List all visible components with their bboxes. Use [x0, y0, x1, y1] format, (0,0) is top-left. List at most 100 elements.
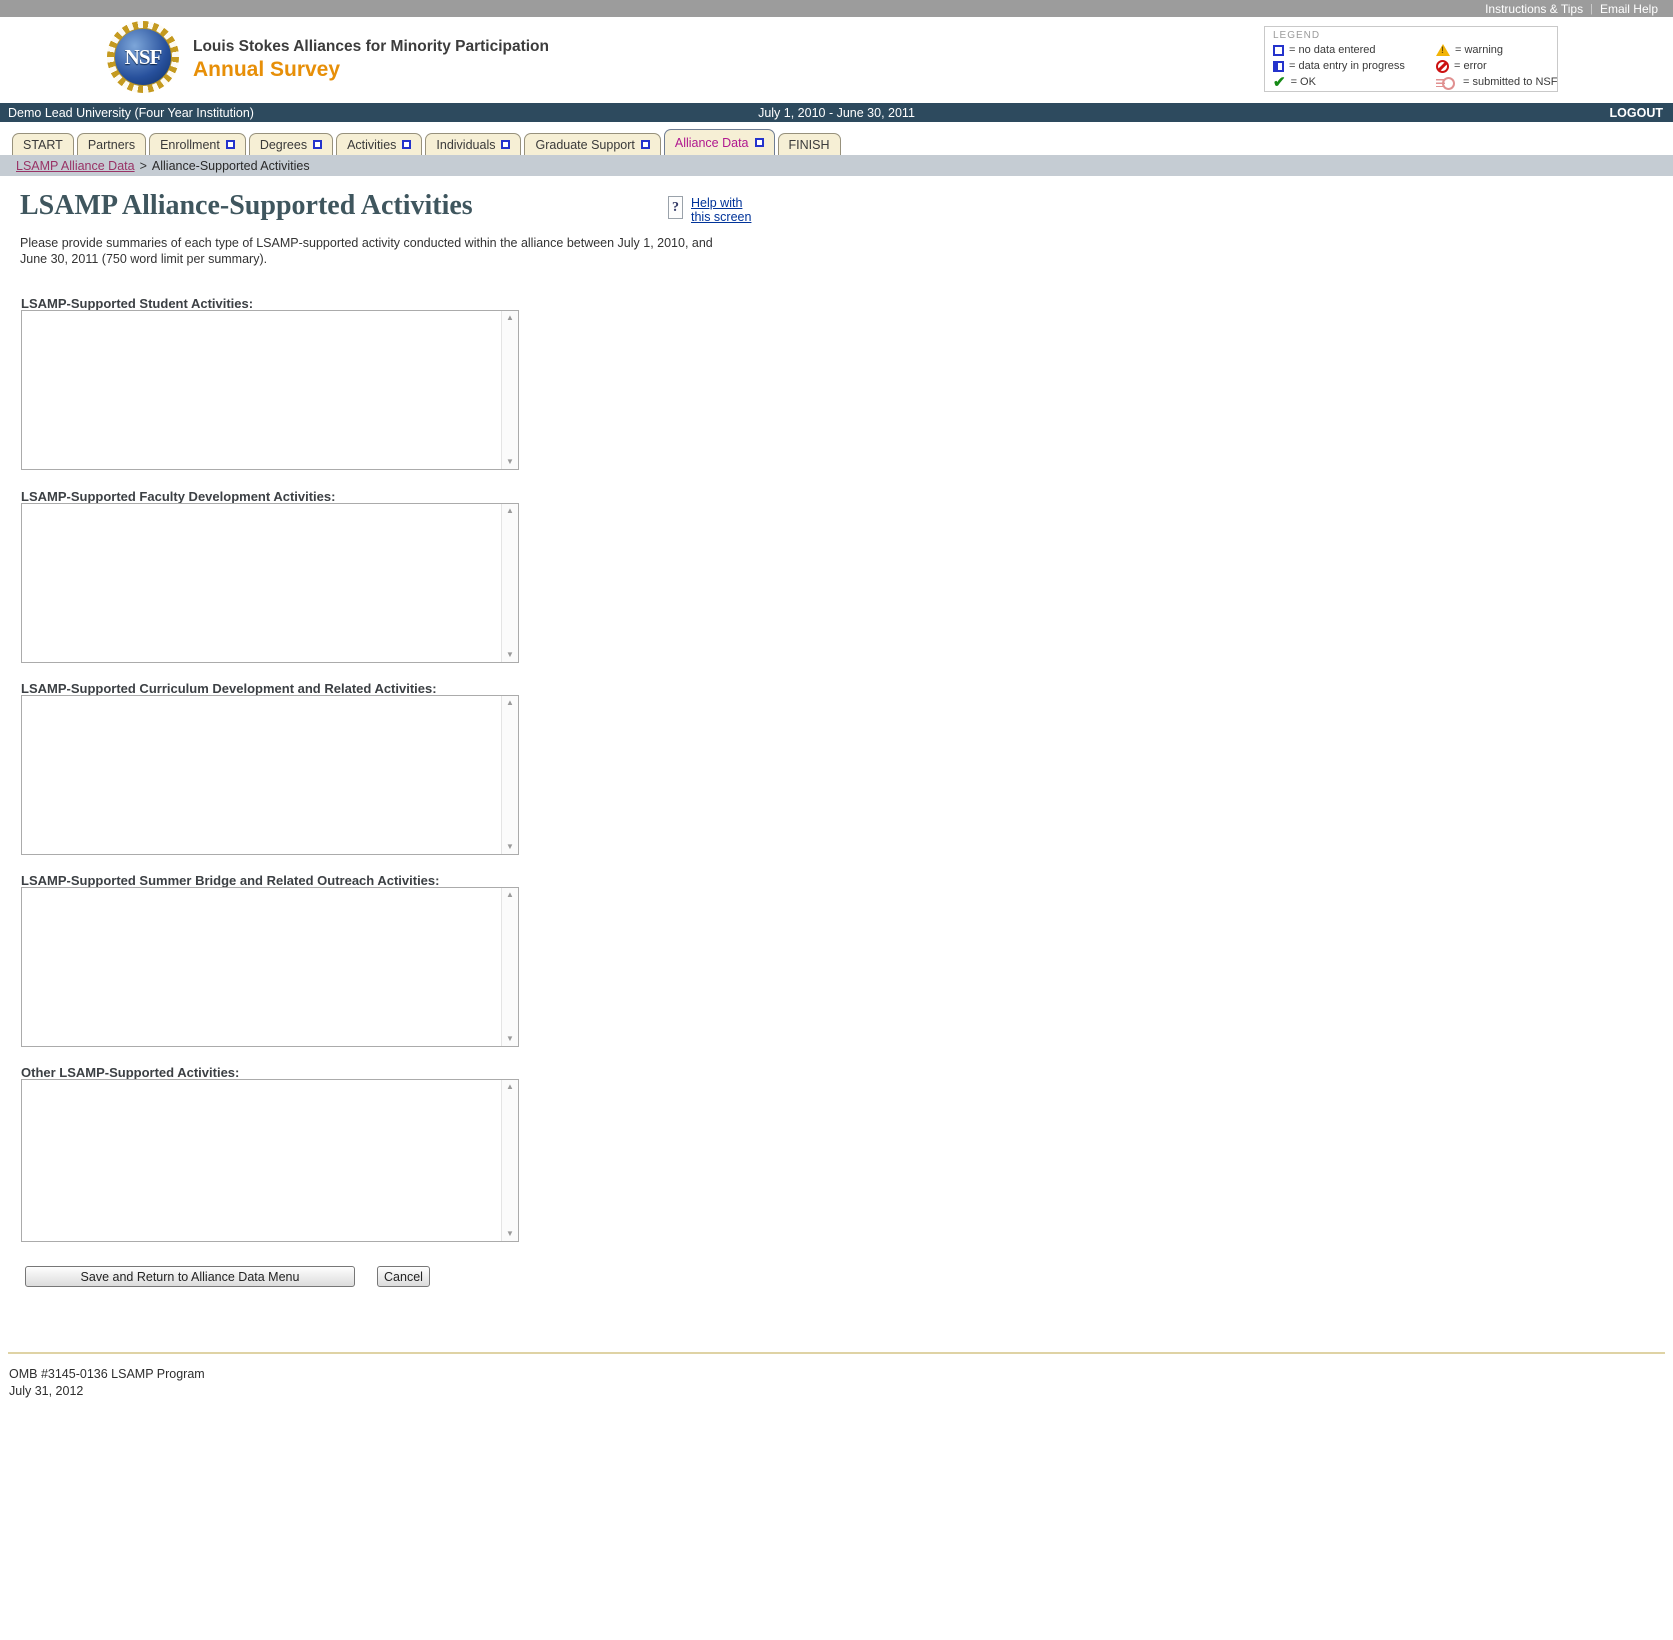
breadcrumb-current: Alliance-Supported Activities — [151, 158, 310, 173]
submitted-icon — [1436, 76, 1458, 90]
no-data-checkbox-icon — [225, 140, 235, 149]
summer-bridge-textarea[interactable] — [22, 888, 501, 1046]
tab-degrees[interactable]: Degrees — [248, 133, 334, 155]
tab-label: FINISH — [788, 137, 830, 152]
save-button[interactable]: Save and Return to Alliance Data Menu — [25, 1266, 355, 1287]
legend-label: = submitted to NSF — [1463, 76, 1558, 88]
curriculum-development-textarea[interactable] — [22, 696, 501, 854]
scroll-down-icon[interactable]: ▼ — [506, 1035, 514, 1043]
tab-partners[interactable]: Partners — [76, 133, 147, 155]
breadcrumb-link-alliance-data[interactable]: LSAMP Alliance Data — [16, 159, 135, 173]
footer-date: July 31, 2012 — [9, 1383, 84, 1398]
no-data-checkbox-icon — [754, 138, 764, 147]
tab-strip: START Partners Enrollment Degrees Activi… — [12, 129, 841, 155]
tab-label: START — [23, 137, 63, 152]
legend-title: LEGEND — [1273, 30, 1321, 41]
scroll-up-icon[interactable]: ▲ — [506, 507, 514, 515]
instructions-tips-link[interactable]: Instructions & Tips — [1478, 2, 1590, 16]
faculty-development-textarea-box: ▲ ▼ — [21, 503, 519, 663]
no-data-checkbox-icon — [640, 140, 650, 149]
scroll-down-icon[interactable]: ▼ — [506, 458, 514, 466]
no-data-checkbox-icon — [402, 140, 412, 149]
half-filled-checkbox-icon — [1273, 60, 1284, 72]
legend-label: = data entry in progress — [1289, 60, 1405, 72]
legend-label: = error — [1454, 60, 1487, 72]
legend-item-no-data: = no data entered — [1273, 42, 1436, 58]
other-activities-textarea-box: ▲ ▼ — [21, 1079, 519, 1242]
email-help-link[interactable]: Email Help — [1593, 2, 1665, 16]
tab-graduate-support[interactable]: Graduate Support — [524, 133, 661, 155]
legend-box: LEGEND = no data entered = data entry in… — [1264, 26, 1558, 92]
error-circle-icon — [1436, 59, 1449, 73]
scroll-up-icon[interactable]: ▲ — [506, 314, 514, 322]
page: Instructions & Tips | Email Help NSF Lou… — [0, 0, 1673, 1640]
legend-item-error: = error — [1436, 58, 1557, 74]
student-activities-textarea[interactable] — [22, 311, 501, 469]
scroll-down-icon[interactable]: ▼ — [506, 1230, 514, 1238]
tab-label: Partners — [87, 137, 136, 152]
no-data-checkbox-icon — [501, 140, 511, 149]
tab-label: Individuals — [436, 137, 496, 152]
summer-bridge-textarea-box: ▲ ▼ — [21, 887, 519, 1047]
nsf-logo-globe-icon: NSF — [114, 28, 172, 86]
breadcrumb-separator: > — [139, 158, 147, 173]
legend-item-ok: ✔ = OK — [1273, 74, 1436, 90]
help-link[interactable]: Help with this screen — [691, 196, 755, 225]
scrollbar[interactable]: ▲ ▼ — [501, 504, 518, 662]
scrollbar[interactable]: ▲ ▼ — [501, 1080, 518, 1241]
tab-enrollment[interactable]: Enrollment — [149, 133, 246, 155]
tab-individuals[interactable]: Individuals — [425, 133, 522, 155]
warning-triangle-icon — [1436, 44, 1450, 56]
faculty-development-label: LSAMP-Supported Faculty Development Acti… — [21, 489, 336, 504]
green-check-icon: ✔ — [1273, 73, 1286, 91]
program-name: Louis Stokes Alliances for Minority Part… — [193, 38, 549, 55]
curriculum-development-textarea-box: ▲ ▼ — [21, 695, 519, 855]
page-title: LSAMP Alliance-Supported Activities — [20, 190, 473, 221]
scrollbar[interactable]: ▲ ▼ — [501, 888, 518, 1046]
legend-item-in-progress: = data entry in progress — [1273, 58, 1436, 74]
scroll-down-icon[interactable]: ▼ — [506, 843, 514, 851]
help-question-icon[interactable]: ? — [668, 196, 683, 219]
faculty-development-textarea[interactable] — [22, 504, 501, 662]
nsf-logo: NSF — [107, 21, 179, 93]
institution-bar: Demo Lead University (Four Year Institut… — [0, 103, 1673, 122]
tab-label: Alliance Data — [674, 135, 749, 150]
empty-checkbox-icon — [1273, 44, 1284, 56]
footer-divider — [8, 1352, 1665, 1354]
instructions-text: Please provide summaries of each type of… — [20, 236, 713, 266]
logout-link[interactable]: LOGOUT — [1610, 106, 1673, 120]
reporting-period: July 1, 2010 - June 30, 2011 — [758, 105, 915, 120]
scroll-up-icon[interactable]: ▲ — [506, 699, 514, 707]
app-name: Annual Survey — [193, 58, 341, 81]
tab-alliance-data[interactable]: Alliance Data — [663, 129, 775, 155]
summer-bridge-label: LSAMP-Supported Summer Bridge and Relate… — [21, 873, 440, 888]
no-data-checkbox-icon — [313, 140, 323, 149]
scroll-up-icon[interactable]: ▲ — [506, 891, 514, 899]
tab-label: Degrees — [259, 137, 308, 152]
tab-activities[interactable]: Activities — [336, 133, 423, 155]
student-activities-textarea-box: ▲ ▼ — [21, 310, 519, 470]
omb-number: OMB #3145-0136 LSAMP Program — [9, 1367, 205, 1381]
header-titles: Louis Stokes Alliances for Minority Part… — [193, 38, 549, 82]
scroll-down-icon[interactable]: ▼ — [506, 651, 514, 659]
student-activities-label: LSAMP-Supported Student Activities: — [21, 296, 254, 311]
scrollbar[interactable]: ▲ ▼ — [501, 311, 518, 469]
tab-label: Activities — [347, 137, 397, 152]
breadcrumb: LSAMP Alliance Data > Alliance-Supported… — [0, 155, 1673, 176]
tab-finish[interactable]: FINISH — [777, 133, 841, 155]
legend-label: = no data entered — [1289, 44, 1376, 56]
legend-label: = OK — [1290, 76, 1316, 88]
legend-item-warning: = warning — [1436, 42, 1557, 58]
curriculum-development-label: LSAMP-Supported Curriculum Development a… — [21, 681, 437, 696]
help-area: ? Help with this screen — [668, 196, 755, 225]
legend-item-submitted: = submitted to NSF — [1436, 74, 1557, 90]
utility-bar: Instructions & Tips | Email Help — [0, 0, 1673, 17]
scroll-up-icon[interactable]: ▲ — [506, 1083, 514, 1091]
footer: OMB #3145-0136 LSAMP Program July 31, 20… — [9, 1366, 205, 1400]
scrollbar[interactable]: ▲ ▼ — [501, 696, 518, 854]
tab-start[interactable]: START — [12, 133, 74, 155]
cancel-button[interactable]: Cancel — [377, 1266, 430, 1287]
other-activities-label: Other LSAMP-Supported Activities: — [21, 1065, 240, 1080]
tab-label: Graduate Support — [535, 137, 635, 152]
other-activities-textarea[interactable] — [22, 1080, 501, 1241]
